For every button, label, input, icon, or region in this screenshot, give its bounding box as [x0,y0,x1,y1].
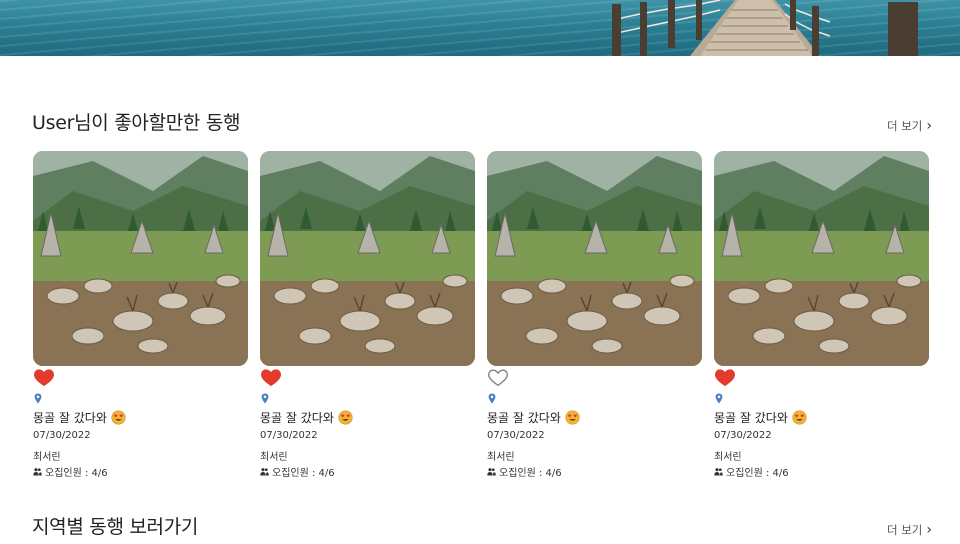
trip-title: 몽골 잘 갔다와 [487,409,580,426]
heart-eyes-emoji-icon [792,410,807,425]
trip-card[interactable]: 몽골 잘 갔다와 07/30/2022 최서린 오집인원 : 4/6 [33,151,248,479]
trip-photo[interactable] [714,151,929,366]
regional-section-title: 지역별 동행 보러가기 [32,516,199,538]
trip-author: 최서린 [714,452,742,463]
more-link-label: 더 보기 [886,523,923,537]
recruit-status-text: 오집인원 : 4/6 [726,468,789,479]
heart-filled-icon[interactable] [33,366,55,388]
trip-author: 최서린 [33,452,61,463]
location-pin-icon [34,393,42,404]
trip-author: 최서린 [260,452,288,463]
trip-author: 최서린 [487,452,515,463]
trip-title-text: 몽골 잘 갔다와 [33,411,107,425]
recruit-status: 오집인원 : 4/6 [260,464,335,479]
recommended-section-title: User님이 좋아할만한 동행 [32,112,241,134]
heart-eyes-emoji-icon [565,410,580,425]
trip-photo[interactable] [487,151,702,366]
trip-title: 몽골 잘 갔다와 [260,409,353,426]
recruit-status-text: 오집인원 : 4/6 [45,468,108,479]
trip-date: 07/30/2022 [714,430,772,441]
recommended-card-list: 몽골 잘 갔다와 07/30/2022 최서린 오집인원 : 4/6 몽골 잘 … [33,151,929,481]
heart-eyes-emoji-icon [111,410,126,425]
heart-filled-icon[interactable] [260,366,282,388]
location-pin-icon [261,393,269,404]
people-icon [33,468,42,476]
hero-banner [0,0,960,56]
trip-date: 07/30/2022 [33,430,91,441]
trip-photo[interactable] [260,151,475,366]
trip-title-text: 몽골 잘 갔다와 [714,411,788,425]
trip-title-text: 몽골 잘 갔다와 [260,411,334,425]
recruit-status: 오집인원 : 4/6 [33,464,108,479]
more-link-label: 더 보기 [886,119,923,133]
trip-title: 몽골 잘 갔다와 [33,409,126,426]
trip-title-text: 몽골 잘 갔다와 [487,411,561,425]
heart-filled-icon[interactable] [714,366,736,388]
regional-more-link[interactable]: 더 보기 › [887,522,932,538]
location-pin-icon [715,393,723,404]
chevron-right-icon: › [926,118,932,134]
recruit-status: 오집인원 : 4/6 [487,464,562,479]
recruit-status-text: 오집인원 : 4/6 [272,468,335,479]
pier-illustration [611,0,918,56]
heart-outline-icon[interactable] [487,366,509,388]
people-icon [487,468,496,476]
location-pin-icon [488,393,496,404]
trip-card[interactable]: 몽골 잘 갔다와 07/30/2022 최서린 오집인원 : 4/6 [487,151,702,479]
trip-date: 07/30/2022 [487,430,545,441]
recruit-status-text: 오집인원 : 4/6 [499,468,562,479]
trip-card[interactable]: 몽골 잘 갔다와 07/30/2022 최서린 오집인원 : 4/6 [714,151,929,479]
people-icon [714,468,723,476]
trip-date: 07/30/2022 [260,430,318,441]
heart-eyes-emoji-icon [338,410,353,425]
trip-photo[interactable] [33,151,248,366]
chevron-right-icon: › [926,522,932,538]
trip-title: 몽골 잘 갔다와 [714,409,807,426]
recruit-status: 오집인원 : 4/6 [714,464,789,479]
recommended-more-link[interactable]: 더 보기 › [887,118,932,134]
people-icon [260,468,269,476]
trip-card[interactable]: 몽골 잘 갔다와 07/30/2022 최서린 오집인원 : 4/6 [260,151,475,479]
